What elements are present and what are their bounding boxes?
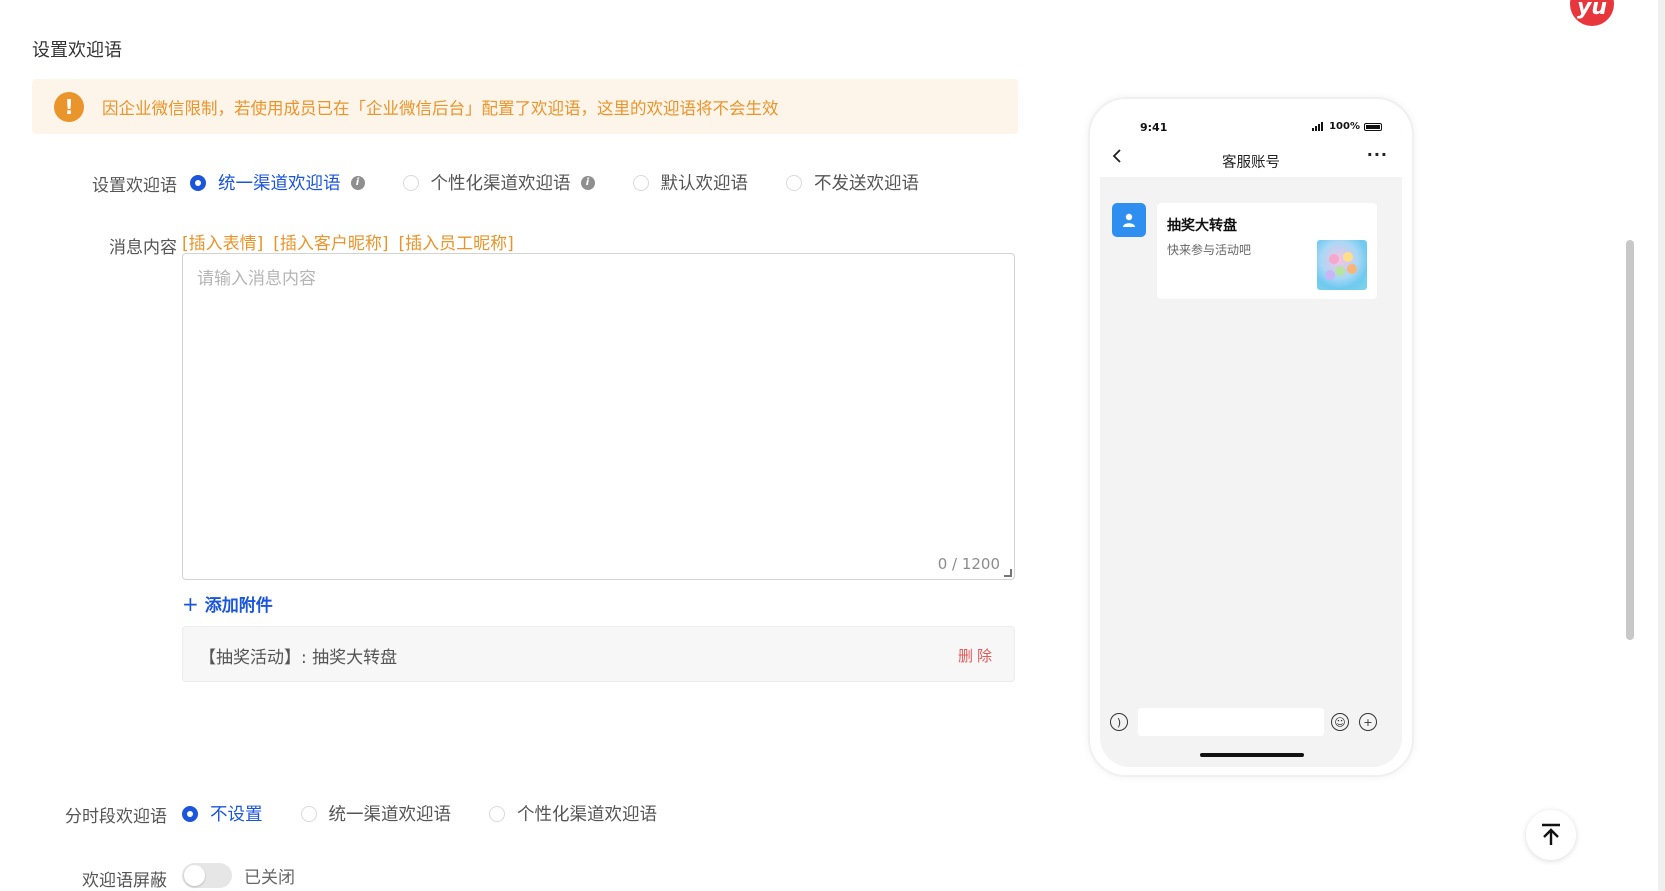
page-edge [1658,0,1665,891]
welcome-type-label: 设置欢迎语 [92,176,177,196]
char-counter: 0 / 1200 [937,555,1000,573]
time-period-option-unified[interactable]: 统一渠道欢迎语 [300,801,452,826]
more-icon[interactable]: ··· [1367,145,1388,164]
header-divider [1100,177,1402,178]
card-title: 抽奖大转盘 [1167,218,1237,234]
attachment-item: 【抽奖活动】: 抽奖大转盘 删除 [182,626,1015,682]
status-time: 9:41 [1140,121,1168,134]
signal-icon [1312,122,1324,131]
chat-input[interactable] [1138,708,1324,736]
mask-state-text: 已关闭 [244,868,295,888]
radio-unchecked[interactable] [786,174,802,191]
phone-screen: 9:41 100% 客服账号 ··· 抽奖大转盘 快来参与活动吧) ☺ + [1100,107,1402,767]
radio-label: 个性化渠道欢迎语 [517,805,657,825]
insert-links: [插入表情] [插入客户昵称] [插入员工昵称] [182,229,524,254]
radio-checked[interactable] [190,174,206,191]
time-period-radio-group: 不设置 统一渠道欢迎语 个性化渠道欢迎语 [182,801,695,826]
chat-title: 客服账号 [1222,155,1280,171]
emoji-icon[interactable]: ☺ [1331,713,1349,731]
home-indicator [1200,753,1304,757]
scrollbar-thumb[interactable] [1626,240,1634,640]
radio-label: 统一渠道欢迎语 [328,805,452,825]
section-title: 设置欢迎语 [32,40,122,61]
add-attachment-button[interactable]: + 添加附件 [182,591,273,616]
battery-icon [1364,122,1382,131]
mask-toggle-row: 已关闭 [182,863,295,888]
message-textarea[interactable]: 请输入消息内容 0 / 1200 [182,253,1015,580]
time-period-label: 分时段欢迎语 [65,807,167,827]
time-period-option-none[interactable]: 不设置 [182,801,263,826]
plus-icon: + [182,592,199,616]
warning-icon: ! [54,92,84,122]
resize-handle-icon[interactable] [1004,569,1012,577]
message-card[interactable]: 抽奖大转盘 快来参与活动吧 [1157,203,1377,299]
back-to-top-button[interactable] [1526,810,1576,860]
radio-checked[interactable] [182,805,198,822]
welcome-type-option-personalized[interactable]: 个性化渠道欢迎语 i [402,170,595,195]
voice-icon[interactable]: ) [1110,713,1128,731]
phone-preview: 9:41 100% 客服账号 ··· 抽奖大转盘 快来参与活动吧) ☺ + [1088,97,1414,777]
info-icon[interactable]: i [350,175,365,190]
battery-text: 100% [1329,121,1360,132]
user-icon [1112,203,1146,237]
insert-customer-nickname-link[interactable]: [插入客户昵称] [273,234,388,254]
welcome-type-option-none[interactable]: 不发送欢迎语 [786,170,919,195]
textarea-placeholder: 请输入消息内容 [197,269,316,289]
message-label: 消息内容 [109,238,177,258]
radio-label: 不设置 [210,805,263,825]
radio-unchecked[interactable] [300,805,317,822]
back-to-top-icon [1542,823,1560,845]
radio-unchecked[interactable] [489,805,505,822]
mask-toggle-switch[interactable] [182,863,232,888]
insert-emoji-link[interactable]: [插入表情] [182,234,263,254]
welcome-type-option-default[interactable]: 默认欢迎语 [632,170,749,195]
attachment-text: 【抽奖活动】: 抽奖大转盘 [199,648,398,668]
card-thumbnail-image [1317,240,1367,290]
time-period-option-personalized[interactable]: 个性化渠道欢迎语 [489,801,657,826]
radio-unchecked[interactable] [402,174,419,191]
delete-attachment-button[interactable]: 删除 [958,645,996,666]
radio-label: 统一渠道欢迎语 [218,174,341,194]
welcome-type-radio-group: 统一渠道欢迎语 i 个性化渠道欢迎语 i 默认欢迎语 不发送欢迎语 [190,170,957,195]
phone-notch [1195,107,1307,133]
radio-label: 个性化渠道欢迎语 [430,174,571,194]
warning-alert: ! 因企业微信限制，若使用成员已在「企业微信后台」配置了欢迎语，这里的欢迎语将不… [32,79,1018,134]
mask-label: 欢迎语屏蔽 [82,871,167,891]
card-subtitle: 快来参与活动吧 [1167,243,1252,257]
add-circle-icon[interactable]: + [1359,713,1377,731]
radio-label: 不发送欢迎语 [814,174,919,194]
status-bar-right: 100% [1312,121,1382,132]
insert-employee-nickname-link[interactable]: [插入员工昵称] [399,234,514,254]
brand-badge[interactable]: yu [1570,0,1614,26]
info-icon[interactable]: i [580,175,595,190]
alert-text: 因企业微信限制，若使用成员已在「企业微信后台」配置了欢迎语，这里的欢迎语将不会生… [102,99,779,118]
radio-unchecked[interactable] [632,174,649,191]
welcome-type-option-unified[interactable]: 统一渠道欢迎语 i [190,170,365,195]
chat-input-bar: ) ☺ + [1100,697,1402,767]
add-attachment-label: 添加附件 [204,596,273,616]
radio-label: 默认欢迎语 [660,174,749,194]
